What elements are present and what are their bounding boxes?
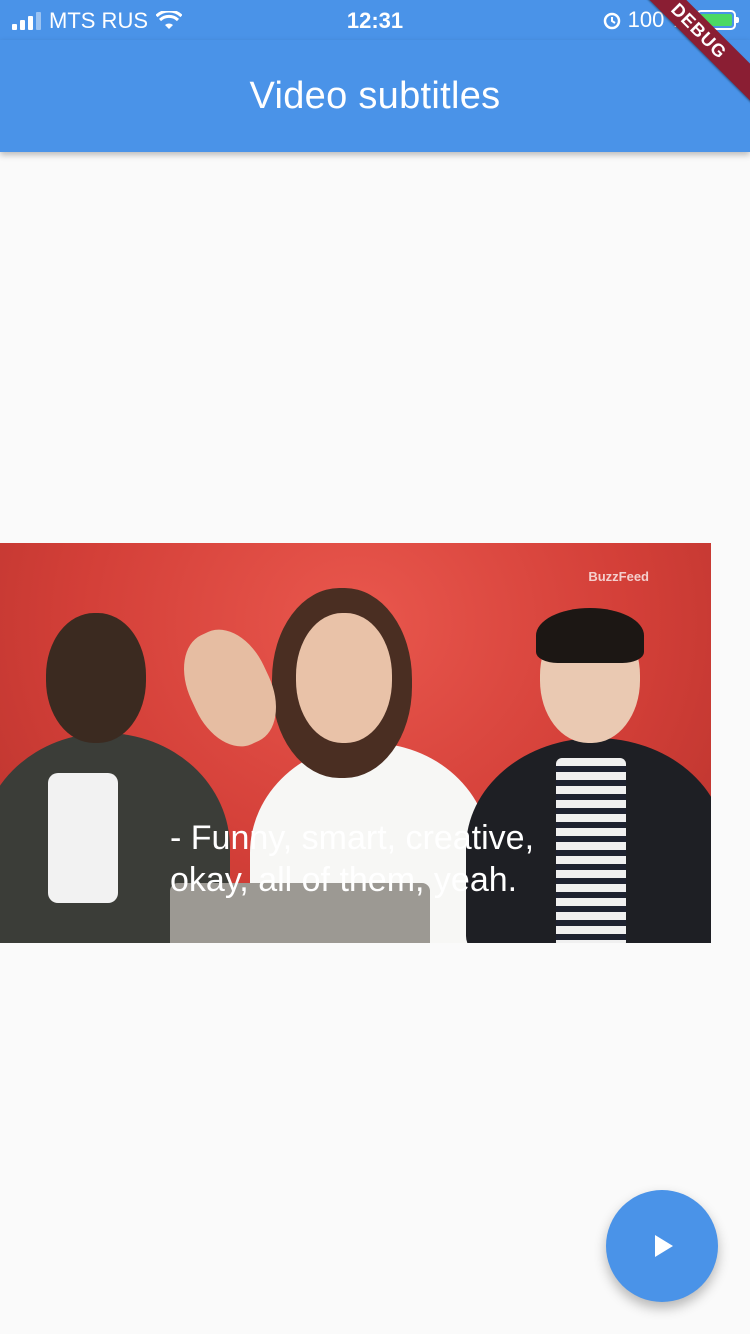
page-title: Video subtitles <box>249 74 501 117</box>
subtitle-line-2: okay, all of them, yeah. <box>170 861 518 899</box>
subtitle-line-1: - Funny, smart, creative, <box>170 819 535 857</box>
person-right-hair <box>536 608 644 663</box>
play-button[interactable] <box>606 1190 718 1302</box>
status-bar: MTS RUS 12:31 100 % <box>0 0 750 40</box>
play-icon <box>655 1235 673 1257</box>
person-left-shirt <box>48 773 118 903</box>
video-watermark: BuzzFeed <box>588 569 649 584</box>
person-left-head <box>46 613 146 743</box>
alarm-icon <box>603 12 620 30</box>
person-right-shirt <box>556 758 626 943</box>
video-player[interactable]: BuzzFeed - Funny, smart, creative, okay,… <box>0 543 711 943</box>
video-subtitles: - Funny, smart, creative, okay, all of t… <box>170 817 534 901</box>
app-bar: Video subtitles <box>0 40 750 152</box>
person-center-head <box>296 613 392 743</box>
person-center-hand <box>168 616 292 760</box>
